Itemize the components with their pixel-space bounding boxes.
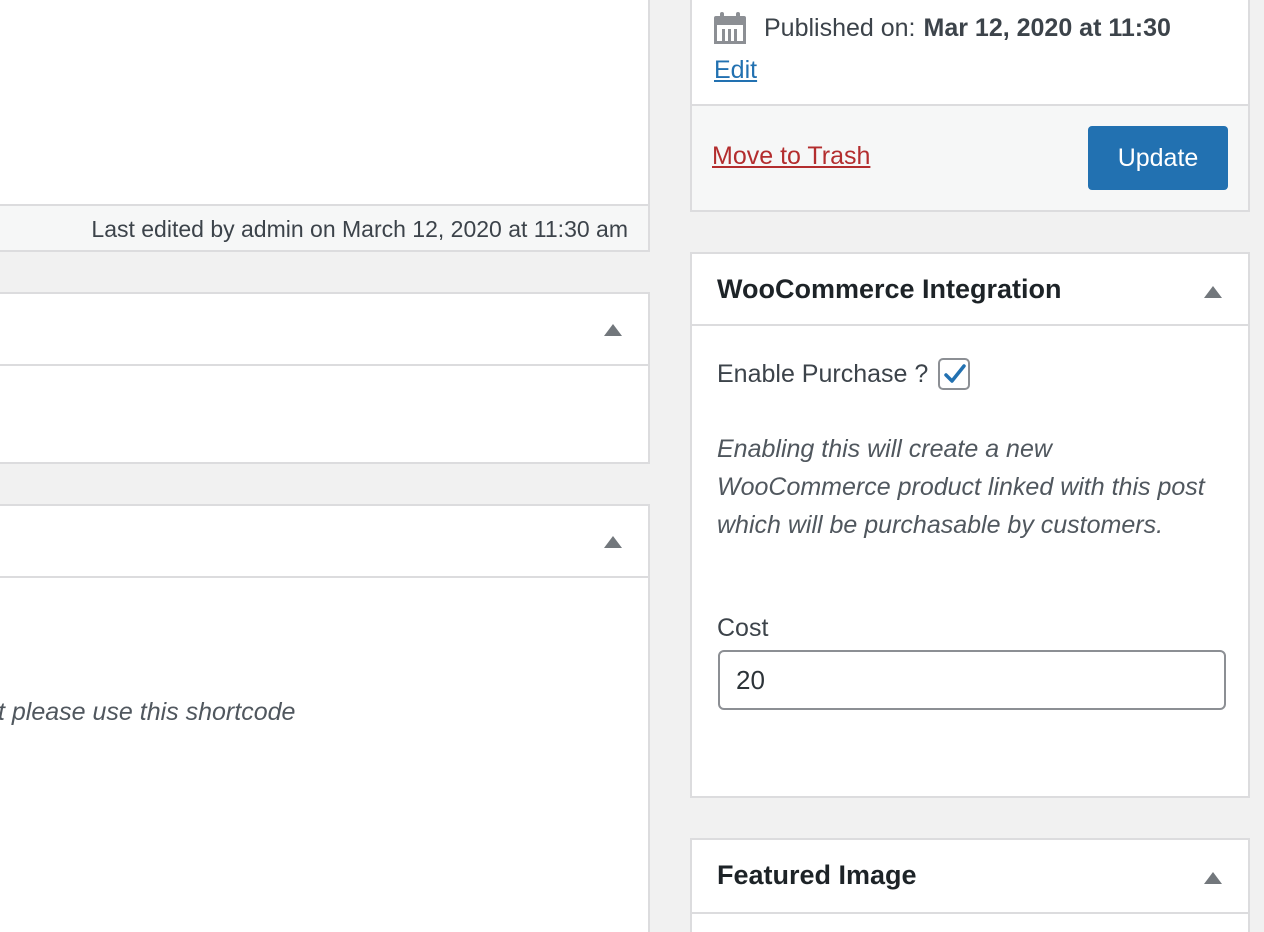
enable-purchase-label: Enable Purchase ?	[717, 359, 929, 388]
metabox-2-header[interactable]	[0, 506, 648, 578]
shortcode-description: t please use this shortcode	[0, 698, 296, 726]
featured-image-box: Featured Image	[690, 838, 1250, 932]
enable-purchase-description: Enabling this will create a new WooComme…	[717, 435, 1205, 539]
featured-image-title: Featured Image	[717, 860, 917, 890]
cost-label: Cost	[717, 614, 769, 642]
collapse-arrow-icon[interactable]	[1204, 872, 1222, 884]
published-date: Mar 12, 2020 at 11:30	[923, 13, 1171, 42]
collapse-arrow-icon[interactable]	[604, 324, 622, 336]
enable-purchase-row: Enable Purchase ?	[717, 358, 971, 390]
woocommerce-integration-box: WooCommerce Integration Enable Purchase …	[690, 252, 1250, 798]
move-to-trash-link[interactable]: Move to Trash	[712, 142, 870, 171]
collapse-arrow-icon[interactable]	[604, 536, 622, 548]
metabox-shortcode: t please use this shortcode	[0, 504, 650, 932]
woocommerce-title: WooCommerce Integration	[717, 274, 1062, 304]
last-edited-text: Last edited by admin on March 12, 2020 a…	[91, 216, 628, 242]
collapse-arrow-icon[interactable]	[1204, 286, 1222, 298]
woocommerce-header[interactable]: WooCommerce Integration	[692, 254, 1248, 326]
post-editor-area: Last edited by admin on March 12, 2020 a…	[0, 0, 650, 252]
enable-purchase-checkbox[interactable]	[938, 358, 971, 390]
cost-input[interactable]	[718, 650, 1226, 710]
metabox-collapsed-1	[0, 292, 650, 464]
publish-actions: Move to Trash Update	[692, 104, 1248, 210]
published-on-row: Published on: Mar 12, 2020 at 11:30	[714, 12, 1171, 44]
featured-image-header[interactable]: Featured Image	[692, 840, 1248, 914]
calendar-icon	[714, 12, 746, 44]
editor-status-bar: Last edited by admin on March 12, 2020 a…	[0, 204, 648, 250]
checkmark-icon	[944, 364, 967, 383]
update-button[interactable]: Update	[1088, 126, 1228, 190]
publish-box: Published on: Mar 12, 2020 at 11:30 Edit…	[690, 0, 1250, 212]
edit-publish-date-link[interactable]: Edit	[714, 56, 757, 85]
metabox-1-header[interactable]	[0, 294, 648, 366]
published-label: Published on:	[764, 13, 916, 42]
